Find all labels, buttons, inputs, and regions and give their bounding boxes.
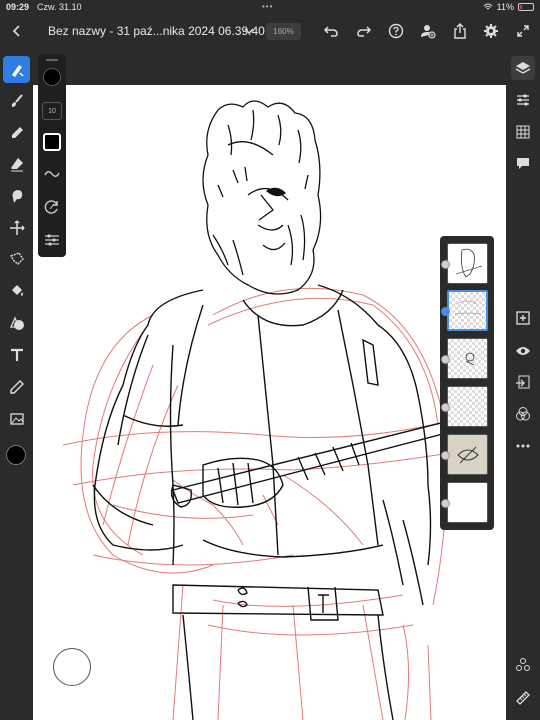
top-toolbar: Bez nazwy - 31 paź...nika 2024 06.39.40 …: [0, 14, 540, 48]
left-toolbar: [0, 48, 33, 720]
artwork-sketch: [62, 100, 494, 720]
current-color-swatch[interactable]: [6, 445, 26, 465]
layer-thumbnail-6[interactable]: [447, 482, 488, 523]
redo-icon[interactable]: [353, 20, 375, 42]
more-options-icon[interactable]: [511, 434, 535, 458]
layer-2-visibility[interactable]: [441, 307, 450, 316]
lasso-icon[interactable]: [3, 245, 30, 272]
back-icon[interactable]: [6, 20, 28, 42]
blend-mode-icon[interactable]: [511, 402, 535, 426]
visibility-eye-icon[interactable]: [511, 339, 535, 363]
image-icon[interactable]: [3, 405, 30, 432]
panel-handle[interactable]: [46, 59, 58, 61]
layer-3-visibility[interactable]: [441, 355, 450, 364]
transform-icon[interactable]: [3, 214, 30, 241]
layer-thumbnail-4[interactable]: [447, 386, 488, 427]
layer-1-visibility[interactable]: [441, 260, 450, 269]
wifi-icon: [483, 3, 492, 10]
status-date: Czw. 31.10: [37, 2, 82, 12]
brush-size-preview[interactable]: [42, 67, 62, 87]
zoom-level[interactable]: 160%: [266, 23, 301, 40]
layer-5-visibility[interactable]: [441, 451, 450, 460]
status-time: 09:29: [6, 2, 30, 12]
shape-icon[interactable]: [3, 309, 30, 336]
smudge-icon[interactable]: [3, 182, 30, 209]
layer-thumbnail-5[interactable]: [447, 434, 488, 475]
chevron-down-icon[interactable]: [238, 20, 260, 42]
multitasking-dots[interactable]: •••: [262, 2, 273, 11]
layer-6-visibility[interactable]: [441, 499, 450, 508]
text-icon[interactable]: [3, 341, 30, 368]
brush-size-value[interactable]: 10: [42, 102, 62, 120]
right-toolbar: [506, 48, 540, 720]
brush-settings-panel: 10: [38, 54, 66, 257]
eyedropper-icon[interactable]: [3, 373, 30, 400]
eraser-icon[interactable]: [3, 150, 30, 177]
settings-gear-icon[interactable]: [480, 20, 502, 42]
layers-panel: [440, 236, 494, 530]
ruler-icon[interactable]: [511, 686, 535, 710]
battery-icon: [518, 3, 534, 11]
layer-thumbnail-3[interactable]: [447, 338, 488, 379]
adjustments-icon[interactable]: [511, 88, 535, 112]
collaborator-icon[interactable]: [417, 20, 439, 42]
brush-settings-sliders-icon[interactable]: [42, 230, 62, 250]
layers-icon[interactable]: [511, 56, 535, 80]
brush-rotate-icon[interactable]: [42, 197, 62, 217]
brush-color-swatch[interactable]: [42, 132, 62, 152]
brush-cursor: [53, 648, 91, 686]
import-icon[interactable]: [511, 370, 535, 394]
pixel-brush-icon[interactable]: [3, 119, 30, 146]
drawing-canvas[interactable]: [33, 85, 506, 720]
layer-thumbnail-1[interactable]: [447, 243, 488, 284]
grid-icon[interactable]: [511, 120, 535, 144]
status-bar: 09:29 Czw. 31.10 ••• 11%: [0, 0, 540, 14]
shapes-share-icon[interactable]: [511, 653, 535, 677]
fill-bucket-icon[interactable]: [3, 277, 30, 304]
layer-thumbnail-2[interactable]: [447, 290, 488, 331]
help-icon[interactable]: [385, 20, 407, 42]
layer-4-visibility[interactable]: [441, 403, 450, 412]
brush-smoothing-icon[interactable]: [42, 164, 62, 184]
brush-select-tool[interactable]: [3, 56, 30, 83]
undo-icon[interactable]: [320, 20, 342, 42]
fullscreen-icon[interactable]: [512, 20, 534, 42]
comments-icon[interactable]: [511, 151, 535, 175]
share-icon[interactable]: [449, 20, 471, 42]
add-layer-icon[interactable]: [511, 306, 535, 330]
battery-percent: 11%: [496, 2, 514, 12]
paint-brush-icon[interactable]: [3, 87, 30, 114]
